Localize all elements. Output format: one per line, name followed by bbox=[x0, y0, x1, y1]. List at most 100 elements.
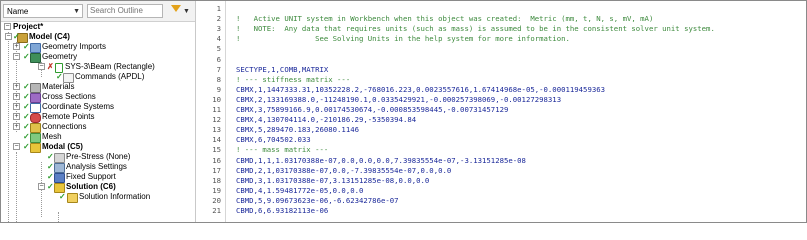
tree-item-materials[interactable]: + ✓ Materials bbox=[1, 82, 195, 93]
line-number: 20 bbox=[212, 195, 221, 205]
tree-item-project[interactable]: − Project* bbox=[1, 22, 195, 32]
collapse-icon[interactable]: − bbox=[4, 23, 11, 30]
line-number: 11 bbox=[212, 105, 221, 114]
code-line: CBMD,5,9.09673623e-06,-6.62342786e-07 bbox=[236, 195, 399, 205]
tree-item-beam[interactable]: − ✗ SYS-3\Beam (Rectangle) bbox=[1, 62, 195, 73]
line-number: 19 bbox=[212, 185, 221, 195]
comment-line: ! --- stiffness matrix --- bbox=[236, 74, 351, 84]
tree-item-modal[interactable]: − ✓ Modal (C5) bbox=[1, 142, 195, 153]
line-number: 14 bbox=[212, 135, 221, 145]
tree-item-pre-stress[interactable]: ✓ Pre-Stress (None) bbox=[1, 152, 195, 163]
check-icon: ✓ bbox=[47, 172, 54, 181]
line-number: 5 bbox=[216, 44, 221, 54]
tree-item-fixed-support[interactable]: ✓ Fixed Support bbox=[1, 172, 195, 183]
code-line: CBMD,1,1,1.03170388e-07,0.0,0.0,0.0,7.39… bbox=[236, 155, 526, 165]
comment-line: ! See Solving Units in the help system f… bbox=[236, 34, 570, 44]
collapse-icon[interactable]: − bbox=[38, 183, 45, 190]
code-line: CBMX,6,704502.033 bbox=[236, 135, 311, 145]
tree-item-label: Pre-Stress (None) bbox=[66, 152, 131, 161]
outline-panel: Name ▼ ▼ − Project* bbox=[1, 1, 196, 222]
tree-item-commands-apdl[interactable]: ✓ Commands (APDL) bbox=[1, 72, 195, 83]
tree-item-solution[interactable]: − ✓ Solution (C6) bbox=[1, 182, 195, 193]
tree-item-label: Connections bbox=[42, 122, 87, 131]
tree-item-analysis-settings[interactable]: ✓ Analysis Settings bbox=[1, 162, 195, 173]
collapse-icon[interactable]: − bbox=[13, 53, 20, 60]
line-number: 1 bbox=[216, 4, 221, 13]
expand-icon[interactable]: + bbox=[13, 83, 20, 90]
apdl-editor[interactable]: 1 2 3 4 5 6 7 8 9 10 11 12 13 14 15 16 17 18 19 20 21 ! Acti… bbox=[197, 1, 806, 222]
code-line: CBMX,4,130704114.0,-210186.29,-5350394.8… bbox=[236, 115, 417, 125]
check-icon: ✓ bbox=[23, 142, 30, 151]
line-number: 10 bbox=[212, 94, 221, 104]
line-number: 3 bbox=[216, 24, 221, 34]
check-icon: ✓ bbox=[59, 192, 66, 201]
line-number-gutter: 1 2 3 4 5 6 7 8 9 10 11 12 13 14 15 16 17 18 19 20 21 bbox=[197, 1, 226, 222]
app-window: Name ▼ ▼ − Project* bbox=[0, 0, 807, 223]
tree-item-label: Coordinate Systems bbox=[42, 102, 115, 111]
check-icon: ✓ bbox=[23, 82, 30, 91]
expand-icon[interactable]: + bbox=[13, 103, 20, 110]
line-number: 6 bbox=[216, 54, 221, 64]
collapse-icon[interactable]: − bbox=[38, 63, 45, 70]
check-icon: ✓ bbox=[13, 32, 20, 41]
search-options-button[interactable]: ▼ bbox=[167, 3, 191, 19]
tree-item-label: Modal (C5) bbox=[42, 142, 83, 151]
code-line: CBMX,2,133169388.0,-11248190.1,0.0335429… bbox=[236, 94, 562, 104]
code-line: CBMX,1,1447333.31,10352228.2,-768016.223… bbox=[236, 84, 606, 94]
expand-icon[interactable]: + bbox=[13, 93, 20, 100]
code-line: SECTYPE,1,COMB,MATRIX bbox=[236, 64, 329, 74]
check-icon: ✓ bbox=[47, 162, 54, 171]
tree-item-label: Remote Points bbox=[42, 112, 95, 121]
tree-item-remote-points[interactable]: + ✓ Remote Points bbox=[1, 112, 195, 123]
search-outline-field[interactable] bbox=[87, 4, 163, 18]
tree-item-label: Geometry bbox=[42, 52, 78, 61]
tree-item-label: Model (C4) bbox=[29, 32, 70, 41]
line-number: 9 bbox=[216, 84, 221, 94]
comment-line: ! --- mass matrix --- bbox=[236, 145, 329, 155]
check-icon: ✓ bbox=[23, 122, 30, 131]
line-number: 7 bbox=[216, 64, 221, 74]
tree-item-label: SYS-3\Beam (Rectangle) bbox=[65, 62, 155, 71]
tree-item-solution-information[interactable]: ✓ Solution Information bbox=[1, 192, 195, 203]
solution-information-icon bbox=[67, 193, 78, 203]
check-icon: ✓ bbox=[23, 112, 30, 121]
tree-item-label: Geometry Imports bbox=[42, 42, 107, 51]
comment-line: ! Active UNIT system in Workbench when t… bbox=[236, 14, 654, 24]
line-number: 8 bbox=[216, 74, 221, 84]
tree-item-geometry-imports[interactable]: + ✓ Geometry Imports bbox=[1, 42, 195, 53]
code-line: CBMX,5,289470.183,26080.1146 bbox=[236, 125, 360, 135]
tree-item-coordinate-systems[interactable]: + ✓ Coordinate Systems bbox=[1, 102, 195, 113]
tree-item-mesh[interactable]: ✓ Mesh bbox=[1, 132, 195, 143]
code-line: CBMD,2,1,03170388e-07,0.0,-7.39835554e-0… bbox=[236, 165, 452, 175]
tree-item-label: Fixed Support bbox=[66, 172, 116, 181]
expand-icon[interactable]: + bbox=[13, 123, 20, 130]
code-line: CBMD,3,1.03170388e-07,3.13151285e-08,0.0… bbox=[236, 175, 430, 185]
search-outline-input[interactable] bbox=[90, 6, 160, 15]
check-icon: ✓ bbox=[23, 132, 30, 141]
code-line: CBMD,6,6.93182113e-06 bbox=[236, 206, 329, 215]
tree-item-label: Solution (C6) bbox=[66, 182, 116, 191]
line-number: 16 bbox=[212, 155, 221, 165]
tree-item-model[interactable]: − ✓ Model (C4) bbox=[1, 32, 195, 43]
tree-item-connections[interactable]: + ✓ Connections bbox=[1, 122, 195, 133]
check-icon: ✓ bbox=[23, 92, 30, 101]
comment-line: ! NOTE: Any data that requires units (su… bbox=[236, 24, 715, 34]
expand-icon[interactable]: + bbox=[13, 43, 20, 50]
tree-item-label: Materials bbox=[42, 82, 75, 91]
tree-item-cross-sections[interactable]: + ✓ Cross Sections bbox=[1, 92, 195, 103]
check-icon: ✓ bbox=[23, 52, 30, 61]
line-number: 13 bbox=[212, 125, 221, 135]
line-number: 4 bbox=[216, 34, 221, 44]
tree-item-geometry[interactable]: − ✓ Geometry bbox=[1, 52, 195, 63]
outline-tree: − Project* − ✓ Model (C4) + ✓ Geometry I… bbox=[1, 22, 195, 222]
expand-icon[interactable]: + bbox=[13, 113, 20, 120]
check-icon: ✓ bbox=[47, 182, 54, 191]
collapse-icon[interactable]: − bbox=[13, 143, 20, 150]
outline-toolbar: Name ▼ ▼ bbox=[1, 1, 195, 22]
check-icon: ✓ bbox=[47, 152, 54, 161]
name-select[interactable]: Name ▼ bbox=[3, 4, 83, 18]
collapse-icon[interactable]: − bbox=[5, 33, 12, 40]
search-arrow-icon bbox=[171, 5, 181, 12]
tree-connector bbox=[58, 212, 59, 222]
tree-item-label: Project* bbox=[13, 22, 44, 31]
